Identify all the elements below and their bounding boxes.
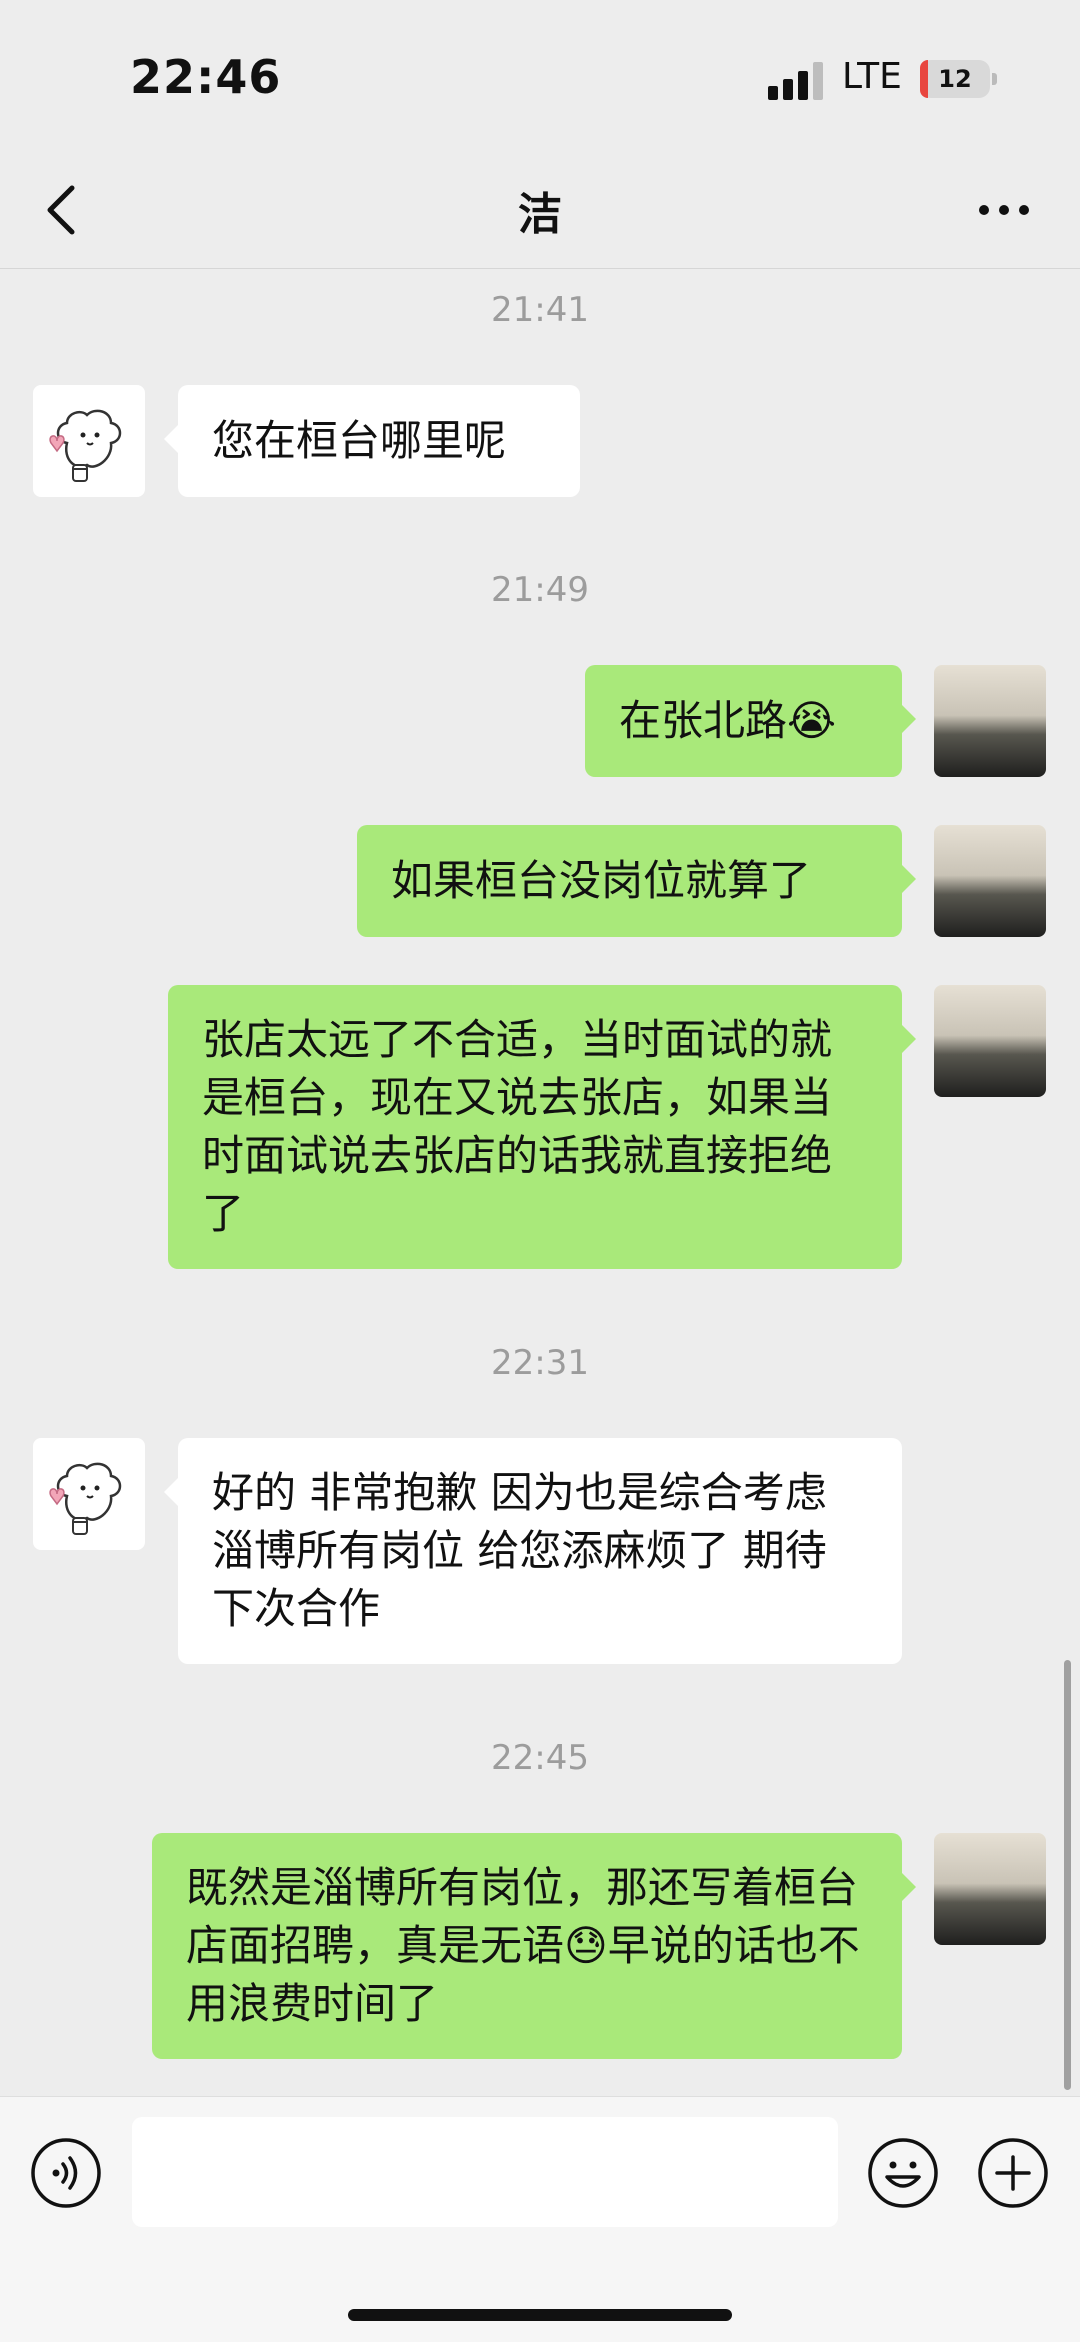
timestamp: 21:41: [491, 290, 589, 330]
dog-avatar-icon: [49, 409, 122, 482]
chat-header: 洁: [0, 150, 1080, 269]
scrollbar[interactable]: [1064, 1660, 1071, 2090]
battery-icon: 12: [920, 60, 997, 98]
timestamp: 22:31: [491, 1343, 589, 1383]
message-input[interactable]: [132, 2117, 838, 2227]
contact-avatar[interactable]: [33, 1438, 145, 1550]
outgoing-message[interactable]: 张店太远了不合适，当时面试的就是桓台，现在又说去张店，如果当时面试说去张店的话我…: [168, 985, 916, 1269]
contact-avatar[interactable]: [33, 385, 145, 497]
plus-icon[interactable]: [977, 2137, 1049, 2209]
voice-icon[interactable]: [30, 2137, 102, 2209]
outgoing-message[interactable]: 既然是淄博所有岗位，那还写着桓台店面招聘，真是无语😓早说的话也不用浪费时间了: [152, 1833, 916, 2059]
my-avatar[interactable]: [934, 985, 1046, 1097]
incoming-message[interactable]: 您在桓台哪里呢: [164, 385, 580, 497]
status-time: 22:46: [130, 50, 282, 104]
cellular-signal-icon: [768, 62, 823, 100]
status-bar: 22:46 LTE 12: [0, 0, 1080, 150]
my-avatar[interactable]: [934, 665, 1046, 777]
incoming-message[interactable]: 好的 非常抱歉 因为也是综合考虑淄博所有岗位 给您添麻烦了 期待下次合作: [164, 1438, 902, 1664]
timestamp: 21:49: [491, 570, 589, 610]
emoji-icon[interactable]: [867, 2137, 939, 2209]
battery-percent: 12: [938, 65, 972, 93]
chat-title: 洁: [518, 189, 562, 240]
timestamp: 22:45: [491, 1738, 589, 1778]
network-type: LTE: [842, 56, 902, 97]
input-bar: [0, 2096, 1080, 2342]
more-dots-icon[interactable]: [974, 190, 1034, 230]
dog-avatar-icon: [49, 1462, 122, 1535]
home-indicator[interactable]: [348, 2309, 732, 2321]
outgoing-message[interactable]: 在张北路😭: [585, 665, 916, 777]
my-avatar[interactable]: [934, 1833, 1046, 1945]
my-avatar[interactable]: [934, 825, 1046, 937]
outgoing-message[interactable]: 如果桓台没岗位就算了: [357, 825, 916, 937]
